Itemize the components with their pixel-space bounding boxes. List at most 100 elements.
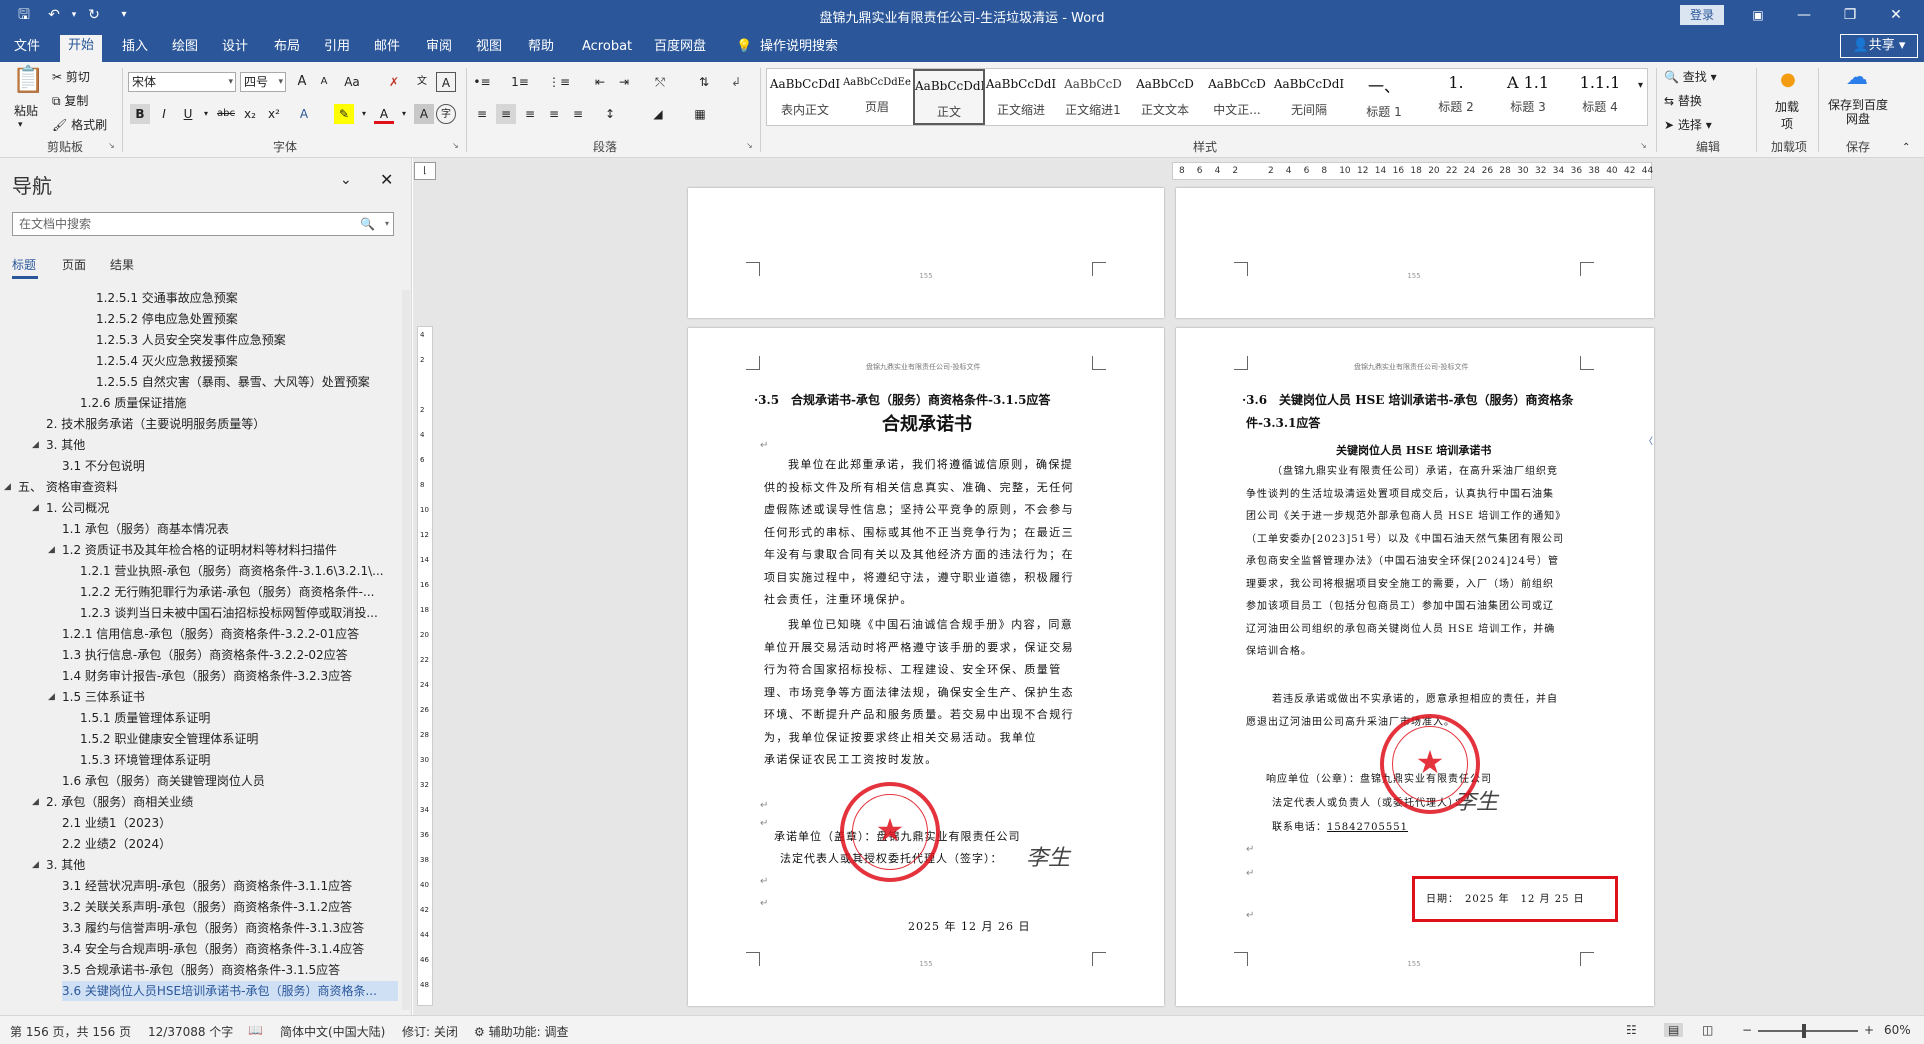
login-button[interactable]: 登录 [1680,5,1724,25]
char-border-icon[interactable]: A [436,72,456,92]
nav-heading-item[interactable]: 3.3 履约与信誉声明-承包（服务）商资格条件-3.1.3应答 [62,918,398,938]
align-right-icon[interactable]: ≡ [520,104,540,124]
format-painter-button[interactable]: 🖌 格式刷 [52,116,107,133]
font-color-dropdown-icon[interactable]: ▾ [394,104,414,124]
chevron-down-icon[interactable]: ▾ [385,213,389,235]
nav-heading-item[interactable]: 3.1 经营状况声明-承包（服务）商资格条件-3.1.1应答 [62,876,398,896]
styles-more-icon[interactable]: ▾ [1638,80,1643,91]
horizontal-ruler[interactable]: 8 6 4 2 2 4 6 8 10 12 14 16 18 20 22 24 26 28 30 32 34 36 38 40… [1172,162,1653,180]
cut-button[interactable]: ✂ 剪切 [52,68,90,85]
search-icon[interactable]: 🔍 [360,213,375,235]
expand-toggle-icon[interactable]: ◢ [48,540,55,560]
nav-heading-item[interactable]: 1.5.1 质量管理体系证明 [80,708,398,728]
bold-button[interactable]: B [130,104,150,124]
expand-toggle-icon[interactable]: ◢ [32,855,39,875]
print-layout-icon[interactable]: ▤ [1664,1023,1684,1037]
style-item[interactable]: 1.1.1 标题 4 [1564,69,1636,125]
zoom-slider[interactable] [1758,1030,1858,1032]
font-launcher-icon[interactable]: ↘ [452,141,459,150]
change-case-button[interactable]: Aa [342,72,362,92]
style-item[interactable]: AaBbCcDdI 正文缩进 [985,69,1057,125]
nav-heading-item[interactable]: 1.2.5.3 人员安全突发事件应急预案 [96,330,398,350]
addins-button[interactable]: 加载项 [1772,98,1802,132]
nav-tab-results[interactable]: 结果 [110,256,134,273]
tab-selector[interactable]: ⌊ [414,162,436,180]
nav-heading-item[interactable]: 3.4 安全与合规声明-承包（服务）商资格条件-3.1.4应答 [62,939,398,959]
nav-heading-item[interactable]: 1.2.1 信用信息-承包（服务）商资格条件-3.2.2-01应答 [62,624,398,644]
style-item[interactable]: AaBbCcDdI 表内正文 [769,69,841,125]
restore-icon[interactable]: ❐ [1838,4,1862,26]
style-item[interactable]: AaBbCcDdEe 页眉 [841,69,913,125]
strikethrough-button[interactable]: abc [216,104,236,124]
nav-heading-item[interactable]: 1. 公司概况 [46,498,398,518]
addins-icon[interactable]: ● [1778,70,1798,90]
baidu-cloud-icon[interactable]: ☁ [1842,67,1872,89]
tab-file[interactable]: 文件 [6,36,48,58]
tab-insert[interactable]: 插入 [114,36,156,58]
clipboard-launcher-icon[interactable]: ↘ [108,141,115,150]
clear-format-icon[interactable]: ✗ [384,72,404,92]
proofing-icon[interactable]: 📖 [248,1023,263,1037]
nav-heading-item[interactable]: 1.5.3 环境管理体系证明 [80,750,398,770]
nav-heading-item[interactable]: 2. 承包（服务）商相关业绩 [46,792,398,812]
style-item[interactable]: AaBbCcD 中文正... [1201,69,1273,125]
nav-heading-item[interactable]: 1.2.1 营业执照-承包（服务）商资格条件-3.1.6\3.2.1\... [80,561,398,581]
tab-references[interactable]: 引用 [316,36,358,58]
style-item[interactable]: 1. 标题 2 [1420,69,1492,125]
superscript-button[interactable]: x² [264,104,284,124]
nav-heading-item[interactable]: 1.2.5.2 停电应急处置预案 [96,309,398,329]
ribbon-display-icon[interactable]: ▣ [1746,4,1770,26]
nav-heading-item[interactable]: 1.2.5.5 自然灾害（暴雨、暴雪、大风等）处置预案 [96,372,398,392]
grow-font-button[interactable]: A [292,72,312,92]
nav-heading-item[interactable]: 1.2.5.4 灭火应急救援预案 [96,351,398,371]
increase-indent-icon[interactable]: ⇥ [614,72,634,92]
nav-heading-item[interactable]: 2. 技术服务承诺（主要说明服务质量等） [46,414,398,434]
accessibility-status[interactable]: ⚙ 辅助功能: 调查 [474,1023,568,1040]
nav-heading-item[interactable]: 3.5 合规承诺书-承包（服务）商资格条件-3.1.5应答 [62,960,398,980]
style-item[interactable]: A 1.1 标题 3 [1492,69,1564,125]
underline-dropdown-icon[interactable]: ▾ [196,104,216,124]
page-count[interactable]: 第 156 页，共 156 页 [10,1023,131,1040]
nav-heading-item[interactable]: 3.1 不分包说明 [62,456,398,476]
nav-heading-item[interactable]: 1.5 三体系证书 [62,687,398,707]
nav-search-input[interactable]: 在文档中搜索 🔍 ▾ [12,212,394,236]
word-count[interactable]: 12/37088 个字 [148,1023,233,1040]
font-size-combo[interactable]: 四号 ▾ [240,72,286,92]
underline-button[interactable]: U [178,104,198,124]
nav-tab-pages[interactable]: 页面 [62,256,86,273]
expand-toggle-icon[interactable]: ◢ [32,792,39,812]
sort-icon[interactable]: ⇅ [694,72,714,92]
style-item[interactable]: AaBbCcD 正文文本 [1129,69,1201,125]
shrink-font-button[interactable]: A [314,72,334,92]
nav-heading-item[interactable]: 1.5.2 职业健康安全管理体系证明 [80,729,398,749]
tab-help[interactable]: 帮助 [520,36,562,58]
line-spacing-icon[interactable]: ↕ [600,104,620,124]
replace-button[interactable]: ⇆ 替换 [1664,92,1702,109]
nav-heading-item[interactable]: 1.2.2 无行贿犯罪行为承诺-承包（服务）商资格条件-... [80,582,398,602]
zoom-out-icon[interactable]: − [1742,1023,1752,1037]
font-color-icon[interactable]: A [374,104,394,124]
style-item-selected[interactable]: AaBbCcDdI 正文 [913,69,985,125]
expand-toggle-icon[interactable]: ◢ [48,687,55,707]
nav-heading-item[interactable]: 3. 其他 [46,855,398,875]
paste-icon[interactable]: 📋 [12,67,44,100]
minimize-icon[interactable]: — [1792,4,1816,26]
zoom-level[interactable]: 60% [1884,1023,1911,1037]
nav-heading-item[interactable]: 2.2 业绩2（2024） [62,834,398,854]
style-item[interactable]: AaBbCcDdI 无间隔 [1273,69,1345,125]
distributed-icon[interactable]: ≡ [568,104,588,124]
shading-icon[interactable]: ◢ [648,104,668,124]
comment-marker-icon[interactable]: 〈 [1644,434,1653,447]
expand-toggle-icon[interactable]: ◢ [4,477,11,497]
bullets-icon[interactable]: •≡ [472,72,492,92]
tab-baidu[interactable]: 百度网盘 [646,36,714,58]
highlight-icon[interactable]: ✎ [334,104,354,124]
zoom-in-icon[interactable]: + [1864,1023,1874,1037]
language-status[interactable]: 简体中文(中国大陆) [280,1023,385,1040]
numbering-icon[interactable]: 1≡ [510,72,530,92]
close-icon[interactable]: ✕ [380,170,393,189]
tab-acrobat[interactable]: Acrobat [574,36,640,58]
styles-launcher-icon[interactable]: ↘ [1640,141,1647,150]
nav-heading-item[interactable]: 1.2 资质证书及其年检合格的证明材料等材料扫描件 [62,540,398,560]
text-effects-icon[interactable]: A [294,104,314,124]
